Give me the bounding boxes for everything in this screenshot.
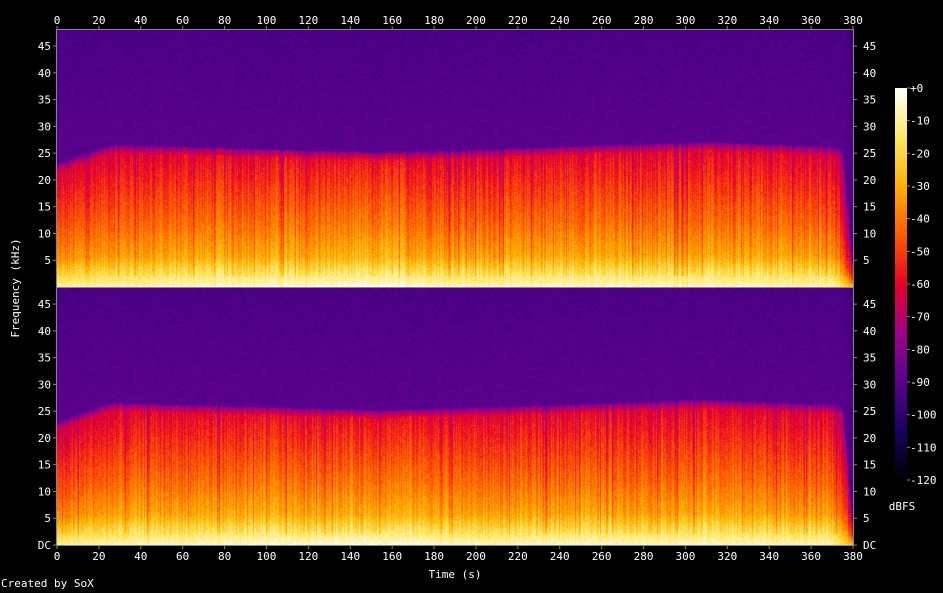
colorbar-tick-label: -70 — [910, 311, 930, 324]
y-tick-label-right: 10 — [863, 485, 876, 498]
y-tick-label-right: 5 — [863, 254, 870, 267]
y-tick-label-right: 10 — [863, 227, 876, 240]
x-tick-label-bottom: 60 — [176, 550, 189, 563]
spectrogram-channel-1 — [57, 30, 853, 287]
colorbar-tick-label: -50 — [910, 245, 930, 258]
x-tick-label-bottom: 0 — [54, 550, 61, 563]
y-tick-label-right: 35 — [863, 94, 876, 107]
y-tick-label-left: 5 — [44, 254, 51, 267]
colorbar-tick-label: -20 — [910, 147, 930, 160]
x-tick-label-bottom: 120 — [298, 550, 318, 563]
x-tick-label-bottom: 180 — [424, 550, 444, 563]
x-tick-label-bottom: 280 — [634, 550, 654, 563]
x-tick-label-bottom: 200 — [466, 550, 486, 563]
x-tick-label-bottom: 380 — [843, 550, 863, 563]
x-tick-label-top: 240 — [550, 14, 570, 27]
y-tick-label-right: 30 — [863, 120, 876, 133]
x-tick-label-top: 40 — [134, 14, 147, 27]
x-tick-label-top: 0 — [54, 14, 61, 27]
x-tick-label-top: 320 — [717, 14, 737, 27]
y-tick-label-left: 20 — [38, 432, 51, 445]
y-tick-label-left: 30 — [38, 120, 51, 133]
x-tick-label-bottom: 320 — [717, 550, 737, 563]
y-tick-label-right: 5 — [863, 512, 870, 525]
y-tick-label-right: 35 — [863, 352, 876, 365]
sox-credit: Created by SoX — [1, 577, 94, 590]
y-tick-label-right: 15 — [863, 459, 876, 472]
x-tick-label-top: 260 — [592, 14, 612, 27]
x-tick-label-top: 200 — [466, 14, 486, 27]
x-tick-label-top: 120 — [298, 14, 318, 27]
spectrogram-channel-2 — [57, 288, 853, 545]
y-tick-label-right: 25 — [863, 405, 876, 418]
y-tick-label-left: 15 — [38, 459, 51, 472]
x-tick-label-top: 380 — [843, 14, 863, 27]
x-tick-label-top: 220 — [508, 14, 528, 27]
x-tick-label-bottom: 160 — [382, 550, 402, 563]
spectrogram-chart: 5 5 10 10 15 15 20 20 25 25 30 30 35 35 40 40 45 45 DC DC 5 5… — [9, 14, 937, 581]
x-tick-label-bottom: 300 — [675, 550, 695, 563]
y-axis-label: Frequency (kHz) — [9, 238, 22, 337]
x-tick-label-bottom: 80 — [218, 550, 231, 563]
y-tick-label-left: 25 — [38, 405, 51, 418]
colorbar-tick-label: -120 — [910, 474, 937, 487]
y-tick-label-left: 20 — [38, 174, 51, 187]
colorbar-label: dBFS — [889, 500, 916, 513]
x-tick-label-bottom: 340 — [759, 550, 779, 563]
x-tick-label-top: 160 — [382, 14, 402, 27]
y-tick-label-left: 40 — [38, 67, 51, 80]
x-tick-label-top: 280 — [634, 14, 654, 27]
colorbar-tick-label: -80 — [910, 343, 930, 356]
x-tick-label-bottom: 260 — [592, 550, 612, 563]
x-tick-label-bottom: 140 — [340, 550, 360, 563]
colorbar-tick-label: -100 — [910, 409, 937, 422]
y-tick-label-left: 45 — [38, 298, 51, 311]
colorbar-tick-label: -40 — [910, 213, 930, 226]
colorbar-tick-label: -60 — [910, 278, 930, 291]
x-tick-label-top: 300 — [675, 14, 695, 27]
y-tick-label-right: 30 — [863, 378, 876, 391]
x-tick-label-top: 140 — [340, 14, 360, 27]
x-tick-label-top: 60 — [176, 14, 189, 27]
y-tick-label-left: 25 — [38, 147, 51, 160]
y-tick-label-right: 15 — [863, 201, 876, 214]
x-tick-label-bottom: 20 — [92, 550, 105, 563]
x-axis-label: Time (s) — [429, 568, 482, 581]
y-tick-label-left: 45 — [38, 40, 51, 53]
y-tick-label-left: 35 — [38, 352, 51, 365]
y-tick-label-right: 20 — [863, 432, 876, 445]
y-tick-label-left: 15 — [38, 201, 51, 214]
x-tick-label-bottom: 220 — [508, 550, 528, 563]
y-tick-label-right: 40 — [863, 67, 876, 80]
colorbar-tick-label: -110 — [910, 441, 937, 454]
x-tick-label-top: 340 — [759, 14, 779, 27]
y-tick-label-left: 35 — [38, 94, 51, 107]
y-tick-label-left: 40 — [38, 325, 51, 338]
x-tick-label-bottom: 240 — [550, 550, 570, 563]
y-tick-label-right: 25 — [863, 147, 876, 160]
x-tick-label-top: 80 — [218, 14, 231, 27]
x-tick-label-bottom: 360 — [801, 550, 821, 563]
x-tick-label-bottom: 100 — [257, 550, 277, 563]
x-tick-label-bottom: 40 — [134, 550, 147, 563]
x-tick-label-top: 20 — [92, 14, 105, 27]
y-tick-label-left: 5 — [44, 512, 51, 525]
x-tick-label-top: 100 — [257, 14, 277, 27]
x-tick-label-top: 180 — [424, 14, 444, 27]
y-tick-label-right: 40 — [863, 325, 876, 338]
colorbar-tick-label: -90 — [910, 376, 930, 389]
y-tick-label-left: 10 — [38, 485, 51, 498]
y-tick-label-right: 45 — [863, 298, 876, 311]
colorbar-tick-label: -30 — [910, 180, 930, 193]
colorbar-tick-label: -10 — [910, 115, 930, 128]
y-tick-label-right: 20 — [863, 174, 876, 187]
y-tick-label-left: DC — [38, 539, 51, 552]
y-tick-label-left: 30 — [38, 378, 51, 391]
y-tick-label-right: 45 — [863, 40, 876, 53]
colorbar-tick-label: +0 — [910, 82, 923, 95]
colorbar-gradient — [895, 88, 907, 480]
x-tick-label-top: 360 — [801, 14, 821, 27]
y-tick-label-right: DC — [863, 539, 876, 552]
y-tick-label-left: 10 — [38, 227, 51, 240]
